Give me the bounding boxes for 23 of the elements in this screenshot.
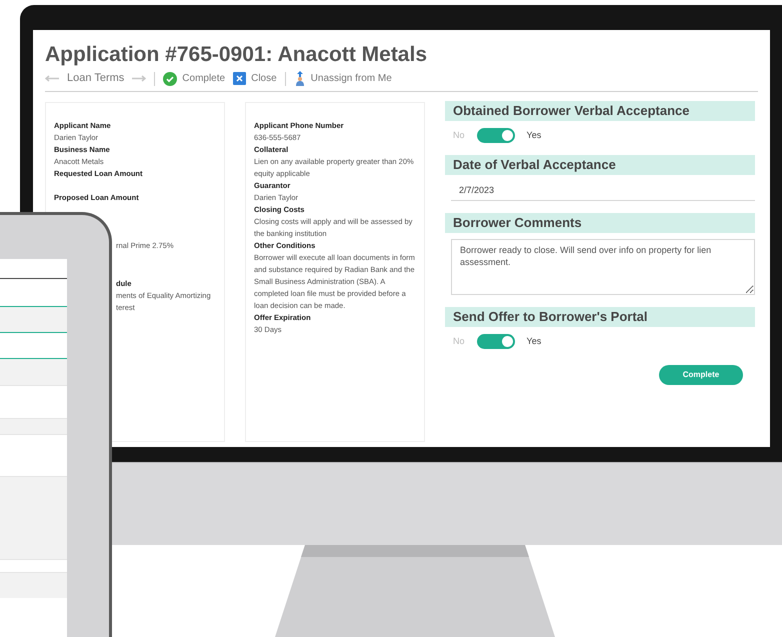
comments-field[interactable]: Borrower ready to close. Will send over info on property for lien assessment. — [451, 239, 755, 295]
complete-button[interactable]: Complete — [659, 365, 743, 385]
forward-arrow-icon[interactable] — [132, 75, 146, 82]
page-title: Application #765-0901: Anacott Metals — [45, 42, 428, 68]
check-circle-icon — [163, 72, 178, 86]
section-heading: Obtained Borrower Verbal Acceptance — [445, 101, 755, 121]
section-heading: Date of Verbal Acceptance — [445, 155, 755, 175]
no-label: No — [453, 334, 465, 348]
section-heading: Borrower Comments — [445, 213, 755, 233]
yes-label: Yes — [526, 128, 542, 142]
back-arrow-icon[interactable] — [45, 75, 59, 82]
toggle-switch[interactable] — [476, 334, 515, 349]
close-icon — [233, 72, 246, 85]
date-field[interactable]: 2/7/2023 — [451, 179, 755, 201]
no-label: No — [453, 128, 465, 142]
yes-label: Yes — [526, 334, 542, 348]
section-heading: Send Offer to Borrower's Portal — [445, 307, 755, 327]
step-label: Loan Terms — [67, 71, 124, 86]
unassign-button[interactable]: Unassign from Me — [294, 71, 392, 86]
complete-button[interactable]: Complete — [163, 71, 226, 86]
close-button[interactable]: Close — [233, 71, 277, 86]
toggle-switch[interactable] — [476, 128, 515, 143]
person-arrow-icon — [294, 71, 306, 86]
